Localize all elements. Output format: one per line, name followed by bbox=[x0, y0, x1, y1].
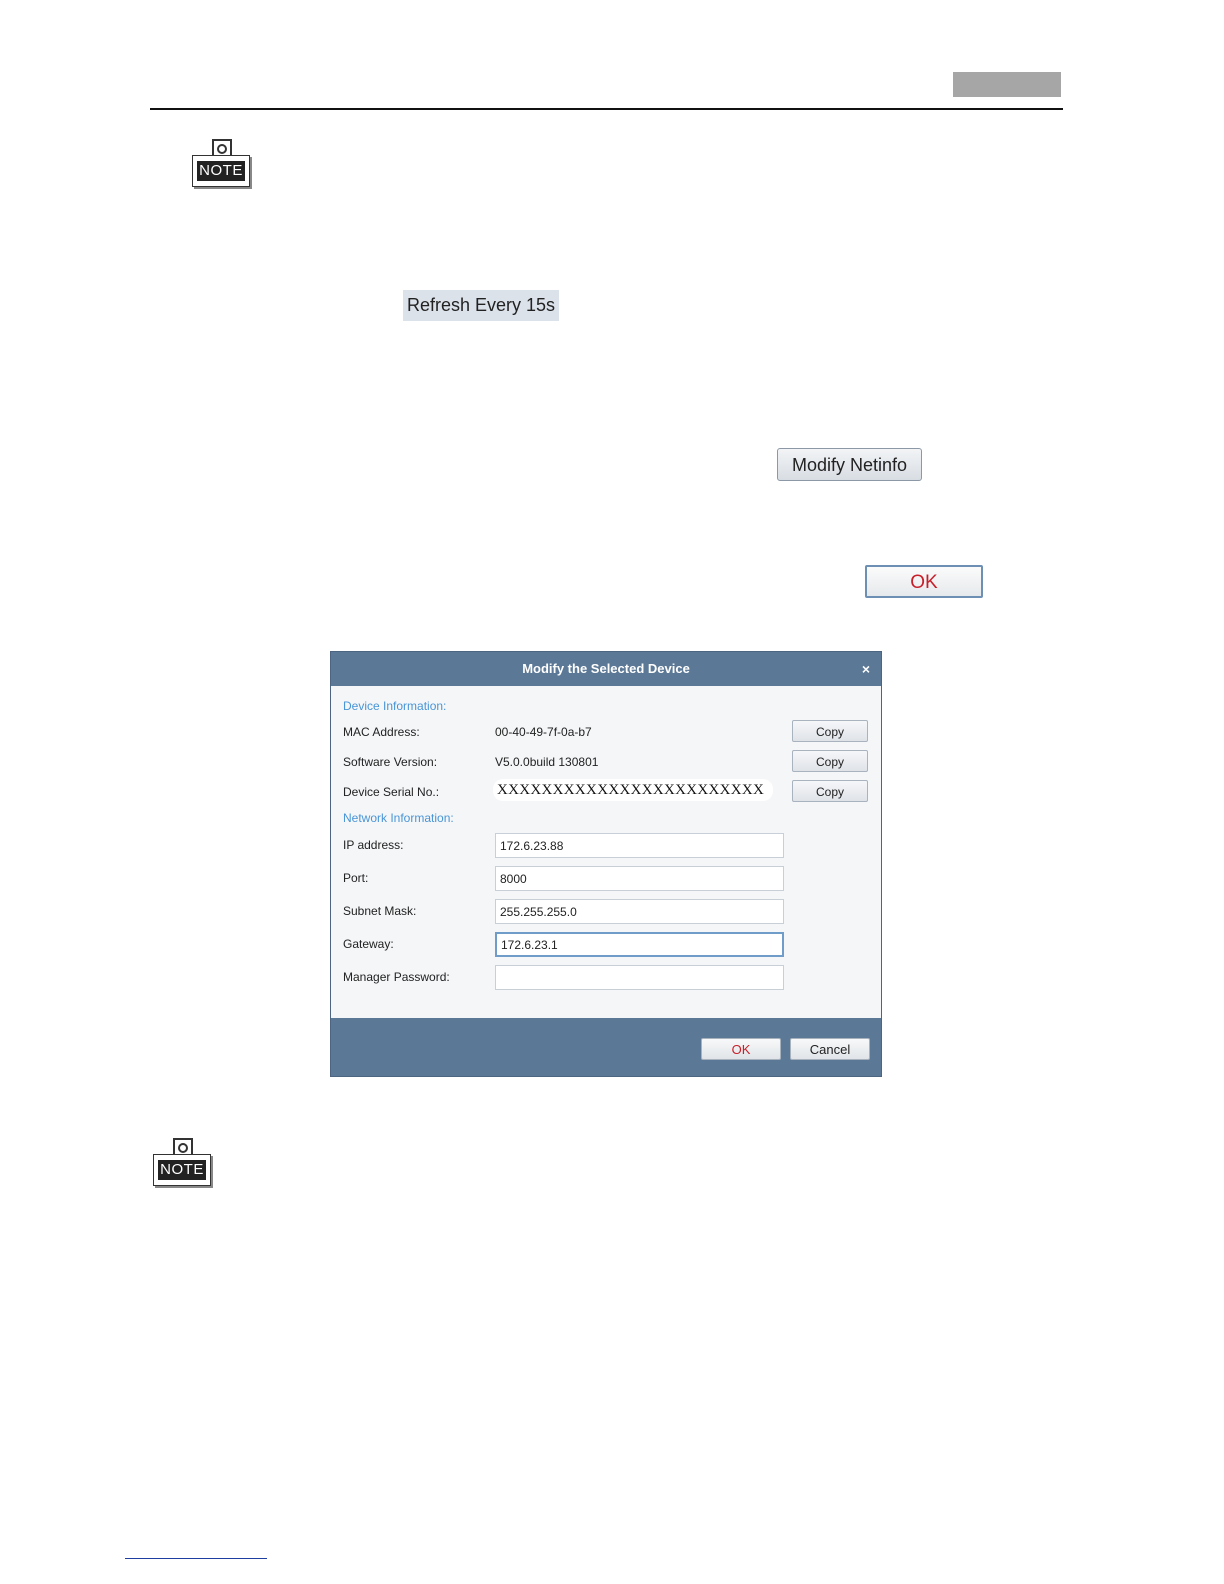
port-input[interactable] bbox=[495, 866, 784, 891]
subnet-mask-label: Subnet Mask: bbox=[343, 904, 417, 918]
note-icon-2: NOTE bbox=[153, 1138, 213, 1190]
header-tag bbox=[953, 72, 1061, 97]
ok-button[interactable]: OK bbox=[865, 565, 983, 598]
device-serial-value: XXXXXXXXXXXXXXXXXXXXXXXX bbox=[493, 779, 773, 801]
manager-password-label: Manager Password: bbox=[343, 970, 450, 984]
ip-address-label: IP address: bbox=[343, 838, 404, 852]
copy-software-version-button[interactable]: Copy bbox=[792, 750, 868, 772]
copy-serial-button[interactable]: Copy bbox=[792, 780, 868, 802]
modify-device-dialog: Modify the Selected Device × Device Info… bbox=[330, 651, 882, 1077]
gateway-input[interactable] bbox=[495, 932, 784, 957]
note-label: NOTE bbox=[197, 161, 245, 181]
dialog-cancel-button[interactable]: Cancel bbox=[790, 1038, 870, 1060]
copy-mac-button[interactable]: Copy bbox=[792, 720, 868, 742]
software-version-value: V5.0.0build 130801 bbox=[495, 755, 599, 769]
device-information-title: Device Information: bbox=[343, 699, 447, 713]
ip-address-input[interactable] bbox=[495, 833, 784, 858]
manager-password-input[interactable] bbox=[495, 965, 784, 990]
network-information-title: Network Information: bbox=[343, 811, 454, 825]
dialog-ok-button[interactable]: OK bbox=[701, 1038, 781, 1060]
mac-address-value: 00-40-49-7f-0a-b7 bbox=[495, 725, 592, 739]
dialog-body: Device Information: MAC Address: 00-40-4… bbox=[331, 686, 881, 1018]
dialog-footer: OK Cancel bbox=[331, 1018, 881, 1076]
port-label: Port: bbox=[343, 871, 369, 885]
note-icon: NOTE bbox=[192, 139, 252, 191]
close-icon[interactable]: × bbox=[859, 652, 873, 686]
software-version-label: Software Version: bbox=[343, 755, 438, 769]
refresh-every-15s-button[interactable]: Refresh Every 15s bbox=[403, 290, 559, 321]
mac-address-label: MAC Address: bbox=[343, 725, 420, 739]
dialog-title: Modify the Selected Device bbox=[522, 661, 690, 676]
subnet-mask-input[interactable] bbox=[495, 899, 784, 924]
header-rule bbox=[150, 108, 1063, 110]
gateway-label: Gateway: bbox=[343, 937, 394, 951]
note-label: NOTE bbox=[158, 1160, 206, 1180]
device-serial-label: Device Serial No.: bbox=[343, 785, 440, 799]
modify-netinfo-button[interactable]: Modify Netinfo bbox=[777, 448, 922, 481]
dialog-titlebar: Modify the Selected Device × bbox=[331, 652, 881, 686]
footer-rule bbox=[125, 1558, 267, 1559]
